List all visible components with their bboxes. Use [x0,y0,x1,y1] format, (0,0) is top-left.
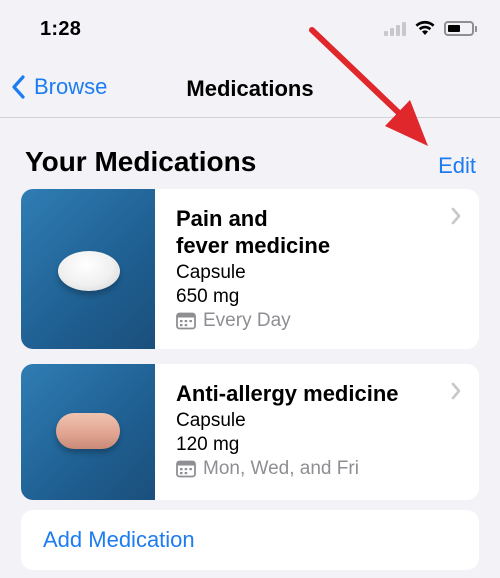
battery-icon [444,20,477,36]
medication-form: Capsule [176,262,246,283]
navigation-bar: Browse Medications [0,60,500,118]
round-pill-icon [58,251,120,291]
add-medication-button[interactable]: Add Medication [21,510,479,570]
wifi-icon [415,20,435,35]
chevron-right-icon [451,382,461,400]
medication-name: Anti-allergy medicine [176,381,399,406]
medication-schedule: Every Day [176,309,439,333]
calendar-icon [176,312,196,330]
medication-card[interactable]: Anti-allergy medicine Capsule 120 mg Mon… [21,364,479,500]
medication-strength: 120 mg [176,434,240,455]
medication-form: Capsule [176,410,246,431]
section-title: Your Medications [25,146,257,177]
medication-name: Pain and fever medicine [176,206,331,258]
page-title: Medications [186,76,314,101]
status-icons [384,20,477,36]
medication-image [21,189,155,349]
cellular-signal-icon [384,20,406,36]
calendar-icon [176,460,196,478]
medication-image [21,364,155,500]
oval-pill-icon [56,413,120,449]
status-time: 1:28 [40,18,82,40]
edit-button[interactable]: Edit [438,153,476,179]
add-medication-label: Add Medication [43,527,195,552]
status-bar: 1:28 [0,0,500,60]
medication-card[interactable]: Pain and fever medicine Capsule 650 mg E… [21,189,479,349]
chevron-right-icon [451,207,461,225]
medication-strength: 650 mg [176,286,240,307]
medication-schedule: Mon, Wed, and Fri [176,457,439,481]
